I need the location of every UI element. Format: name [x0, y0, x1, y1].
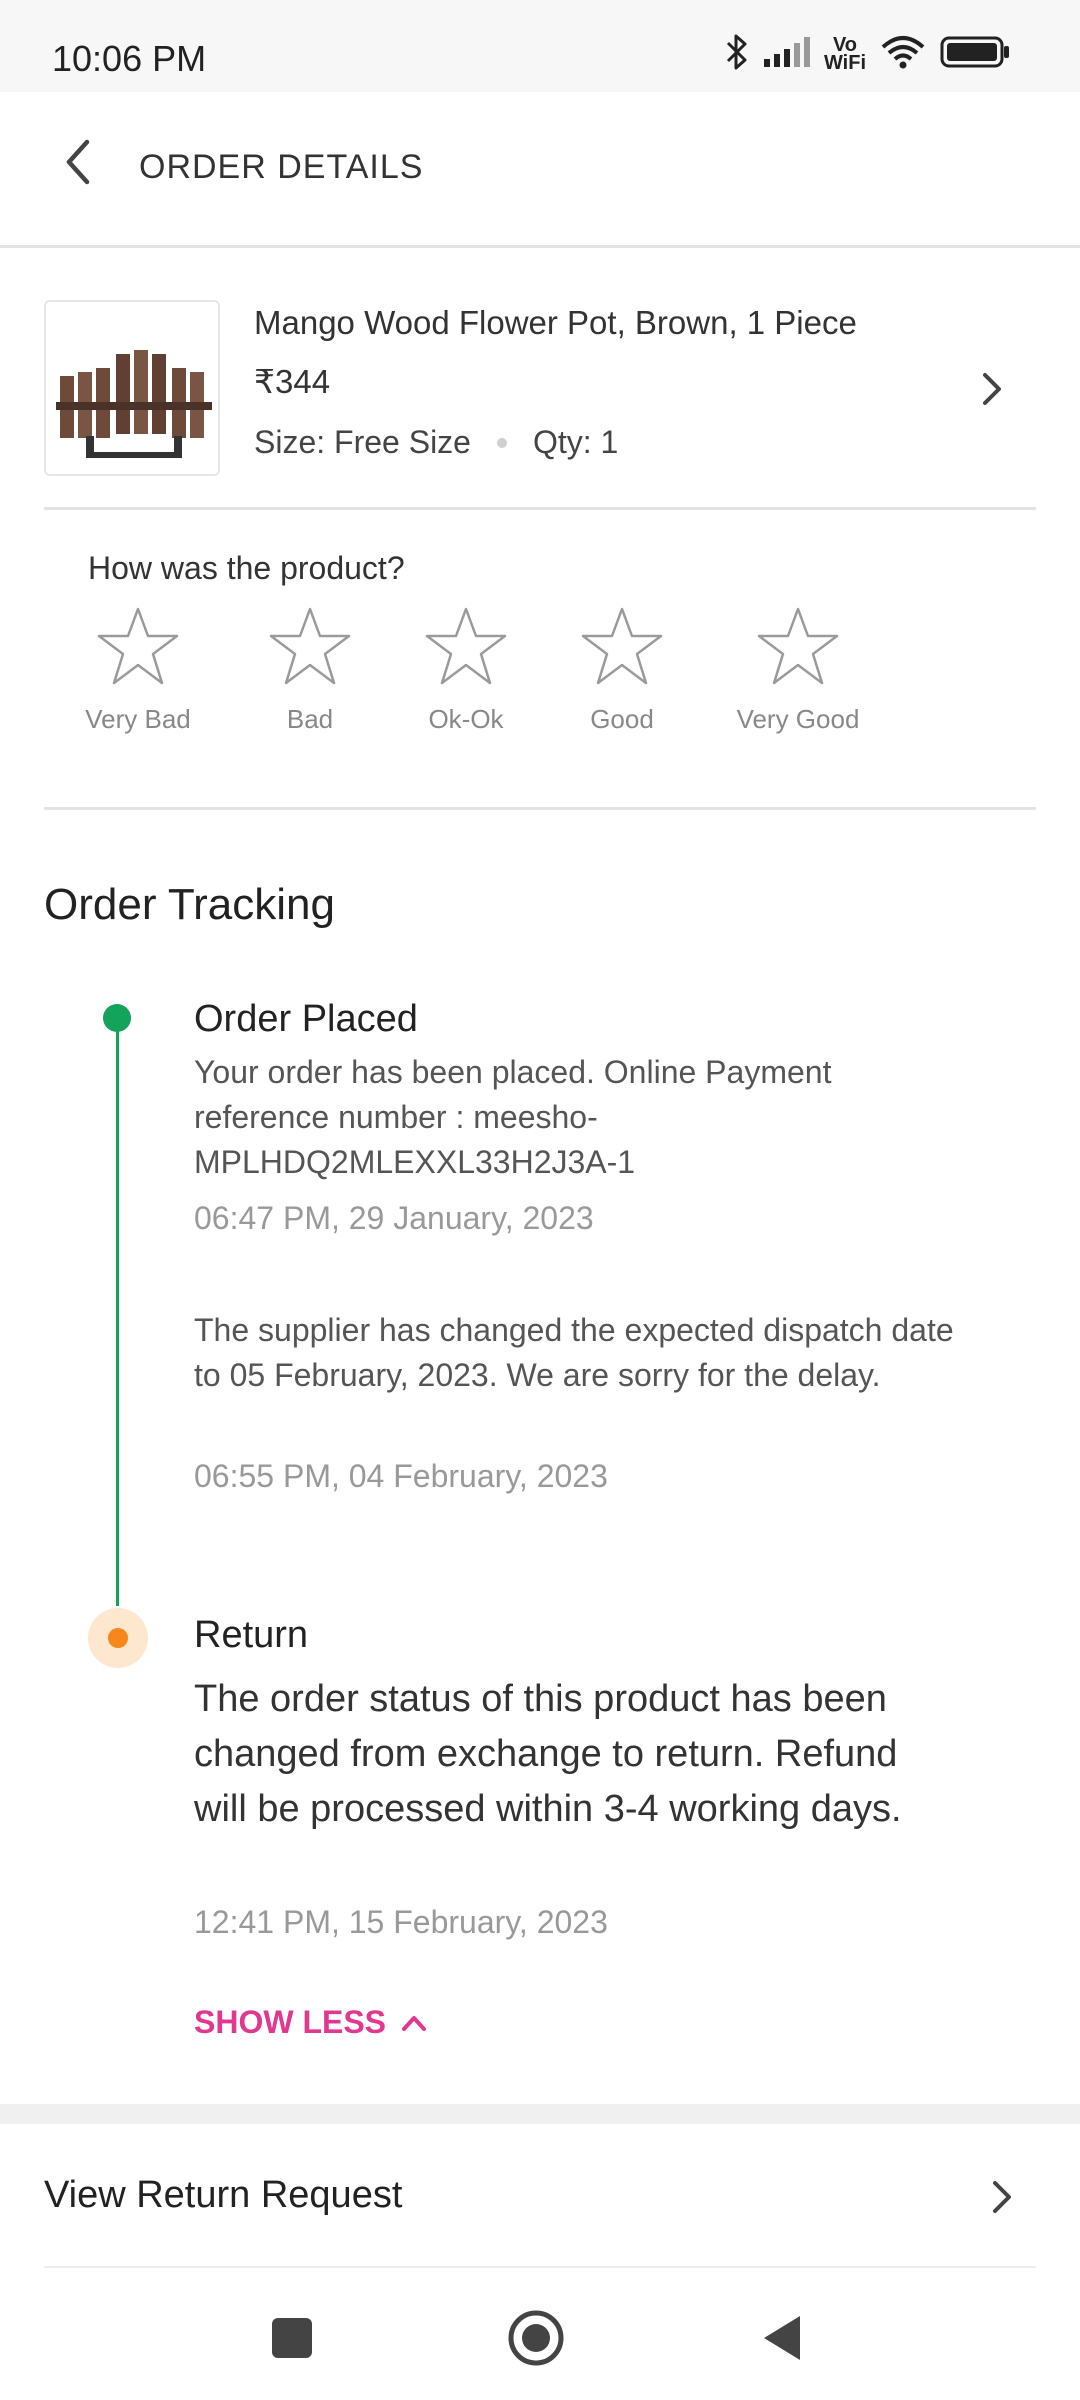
product-image [44, 300, 220, 476]
home-circle-icon[interactable] [506, 2308, 566, 2368]
event-heading-order-placed: Order Placed [194, 998, 418, 1040]
page-title: ORDER DETAILS [139, 148, 424, 186]
product-price: ₹344 [254, 363, 331, 400]
status-bar: 10:06 PM Vo WiFi [0, 0, 1080, 92]
star-label: Good [590, 704, 654, 734]
rating-star-very-bad[interactable]: Very Bad [68, 606, 208, 735]
event-time-return: 12:41 PM, 15 February, 2023 [194, 1904, 608, 1940]
order-tracking-title: Order Tracking [44, 880, 335, 929]
star-icon [425, 607, 507, 685]
view-return-request-label: View Return Request [44, 2174, 403, 2216]
system-nav-bar [0, 2268, 1080, 2400]
rating-star-very-good[interactable]: Very Good [714, 606, 882, 735]
chevron-up-icon [400, 2004, 428, 2041]
status-icons: Vo WiFi [726, 34, 1010, 74]
star-icon [581, 607, 663, 685]
section-divider [0, 2104, 1080, 2124]
back-triangle-icon[interactable] [752, 2308, 812, 2368]
timeline-line [116, 1018, 119, 1606]
app-bar: ORDER DETAILS [0, 92, 1080, 248]
star-label: Very Good [736, 704, 860, 734]
product-meta: Size: Free Size Qty: 1 [254, 424, 618, 461]
event-body-return: The order status of this product has bee… [194, 1678, 902, 1830]
rating-star-bad[interactable]: Bad [240, 606, 380, 735]
chevron-right-icon [982, 2172, 1022, 2222]
status-dot-return [108, 1628, 128, 1648]
chevron-right-icon[interactable] [972, 364, 1012, 414]
rating-section: How was the product? Very Bad Bad Ok-Ok … [44, 510, 1036, 810]
event-body-order-placed: Your order has been placed. Online Payme… [194, 1054, 832, 1180]
status-time: 10:06 PM [52, 38, 207, 79]
vowifi-bottom-text: WiFi [823, 52, 866, 74]
bluetooth-icon [726, 34, 748, 75]
rating-star-ok-ok[interactable]: Ok-Ok [396, 606, 536, 735]
product-card[interactable]: Mango Wood Flower Pot, Brown, 1 Piece ₹3… [44, 300, 1036, 510]
recents-square-icon[interactable] [262, 2308, 322, 2368]
show-less-label: SHOW LESS [194, 2004, 387, 2040]
event-time-order-placed: 06:47 PM, 29 January, 2023 [194, 1200, 594, 1236]
status-dot-placed [103, 1004, 131, 1032]
star-label: Very Bad [85, 704, 191, 734]
star-label: Bad [286, 704, 334, 734]
star-icon [757, 607, 839, 685]
star-label: Ok-Ok [428, 704, 504, 734]
separator-dot [496, 437, 507, 448]
event-time-dispatch-change: 06:55 PM, 04 February, 2023 [194, 1458, 608, 1494]
back-button[interactable] [48, 134, 108, 194]
event-body-dispatch-change: The supplier has changed the expected di… [194, 1312, 954, 1393]
back-arrow-icon [63, 138, 93, 191]
battery-icon [940, 36, 1010, 73]
event-heading-return: Return [194, 1614, 309, 1656]
star-icon [269, 607, 351, 685]
product-name: Mango Wood Flower Pot, Brown, 1 Piece [254, 304, 857, 341]
view-return-request-row[interactable]: View Return Request [44, 2124, 1036, 2268]
vowifi-icon: Vo WiFi [823, 35, 866, 74]
product-qty: Qty: 1 [532, 424, 619, 460]
star-icon [97, 607, 179, 685]
rating-question: How was the product? [88, 550, 405, 586]
rating-star-good[interactable]: Good [552, 606, 692, 735]
show-less-button[interactable]: SHOW LESS [194, 2004, 428, 2041]
wifi-icon [880, 35, 926, 74]
product-size: Size: Free Size [254, 424, 471, 460]
signal-icon [762, 36, 810, 72]
